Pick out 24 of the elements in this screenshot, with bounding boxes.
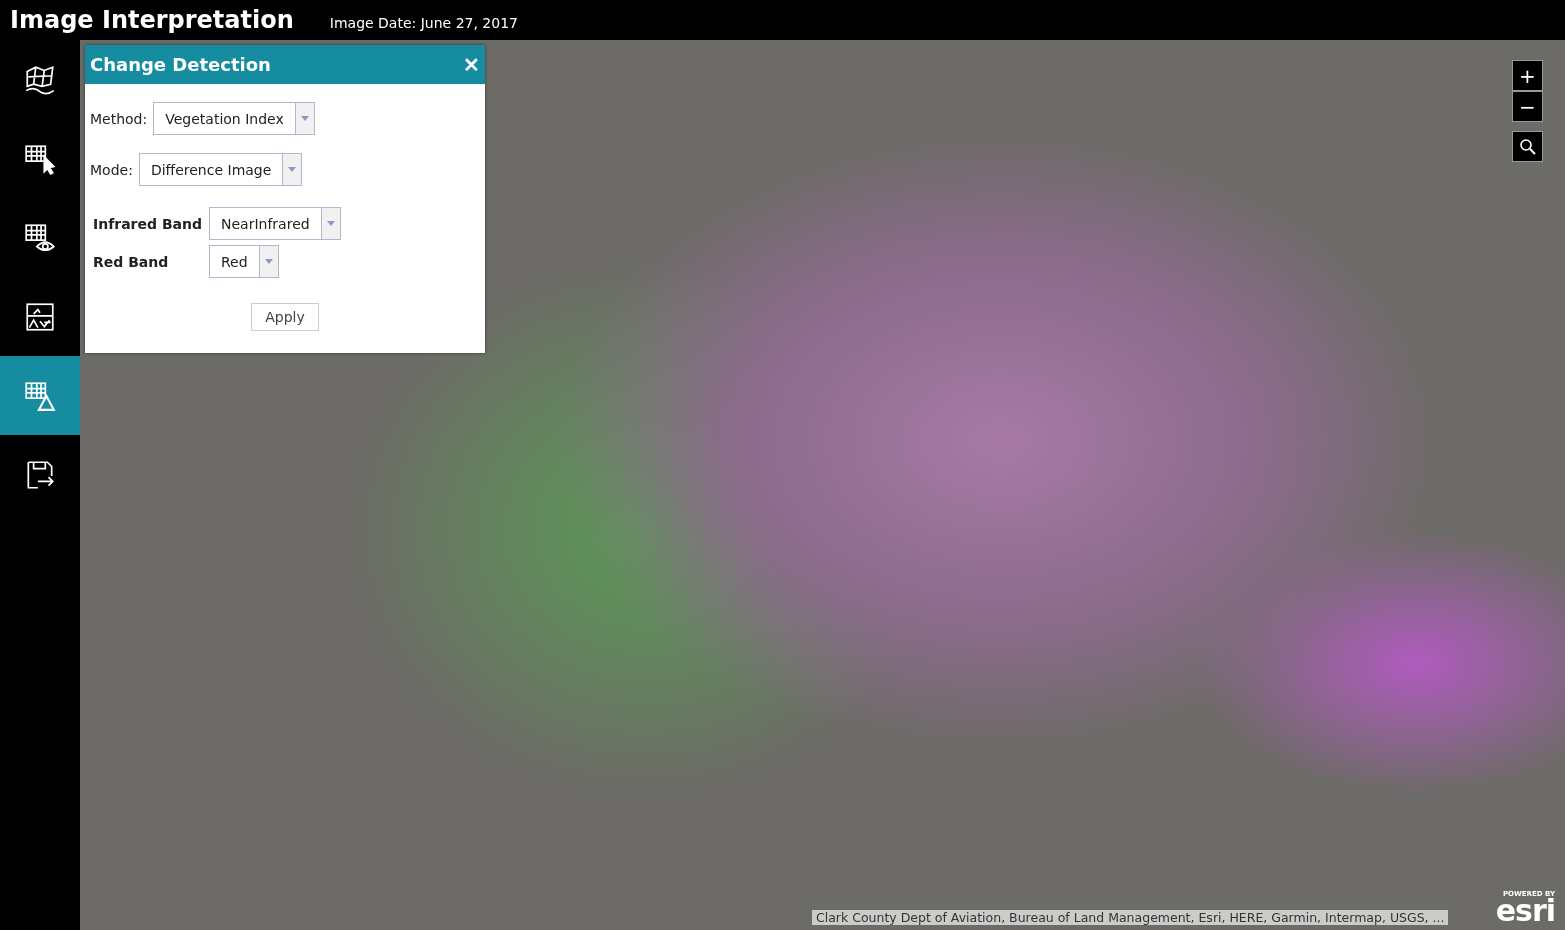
search-button[interactable] (1512, 131, 1543, 162)
field-label: Infrared Band (93, 215, 203, 232)
zoom-in-button[interactable]: + (1512, 60, 1543, 91)
image-date: Image Date: June 27, 2017 (329, 14, 518, 31)
dropdown[interactable]: NearInfrared (209, 207, 341, 240)
search-icon (1518, 137, 1537, 156)
dropdown-arrow-icon (288, 167, 297, 172)
apply-button[interactable]: Apply (251, 303, 319, 331)
dropdown[interactable]: Vegetation Index (153, 102, 315, 135)
app-title: Image Interpretation (10, 6, 294, 34)
dropdown-arrow-icon (326, 221, 335, 226)
dropdown-arrow-icon (300, 116, 309, 121)
field-label: Method: (90, 110, 148, 127)
panel-title: Change Detection (90, 54, 271, 75)
field-label: Red Band (93, 253, 170, 270)
satellite-image[interactable] (80, 40, 1565, 930)
dropdown[interactable]: Red (209, 245, 279, 278)
zoom-out-button[interactable]: − (1512, 91, 1543, 122)
dropdown-arrow-icon (264, 259, 273, 264)
close-button[interactable]: ✕ (463, 52, 480, 77)
logo-wordmark: esri (1495, 898, 1555, 924)
field-label: Mode: (90, 161, 133, 178)
dropdown[interactable]: Difference Image (138, 153, 303, 186)
map-attribution: Clark County Dept of Aviation, Bureau of Land Management, Esri, HERE, Garmin, Intermap, USGS, ... (812, 910, 1449, 925)
